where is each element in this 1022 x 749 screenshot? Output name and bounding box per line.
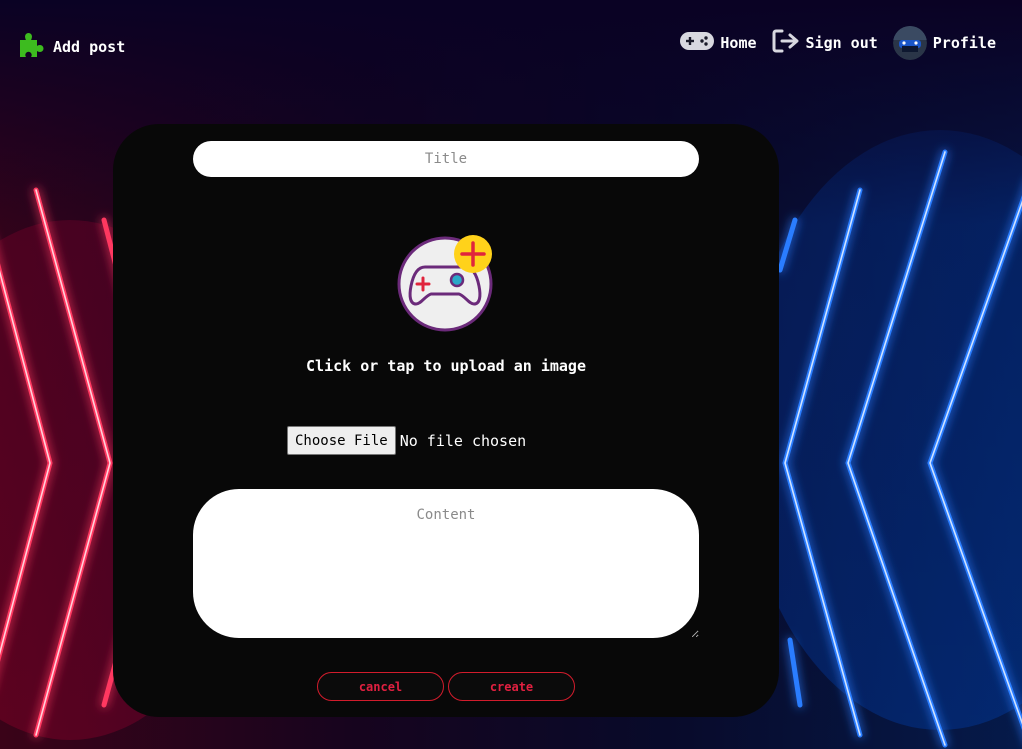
home-link[interactable]: Home bbox=[680, 31, 757, 55]
gamepad-icon bbox=[680, 31, 715, 55]
file-status: No file chosen bbox=[399, 431, 527, 450]
sign-out-icon bbox=[772, 28, 800, 58]
add-post-label: Add post bbox=[53, 38, 126, 56]
home-label: Home bbox=[720, 34, 757, 52]
gamepad-plus-icon[interactable] bbox=[395, 232, 497, 332]
file-picker: Choose File No file chosen bbox=[287, 426, 526, 455]
top-nav: Home Sign out Profile bbox=[680, 26, 996, 60]
avatar bbox=[892, 26, 927, 60]
upload-prompt[interactable]: Click or tap to upload an image bbox=[113, 357, 779, 375]
cancel-button[interactable]: cancel bbox=[317, 672, 444, 701]
profile-label: Profile bbox=[932, 34, 996, 52]
choose-file-button[interactable]: Choose File bbox=[287, 426, 396, 455]
create-post-card: Click or tap to upload an image Choose F… bbox=[113, 124, 779, 717]
content-textarea[interactable] bbox=[193, 489, 699, 638]
title-input[interactable] bbox=[193, 141, 699, 177]
add-post-link[interactable]: Add post bbox=[17, 31, 125, 63]
sign-out-label: Sign out bbox=[805, 34, 878, 52]
profile-link[interactable]: Profile bbox=[892, 26, 996, 60]
puzzle-icon bbox=[17, 31, 45, 63]
sign-out-link[interactable]: Sign out bbox=[772, 28, 878, 58]
create-button[interactable]: create bbox=[448, 672, 575, 701]
form-actions: cancel create bbox=[317, 672, 575, 701]
